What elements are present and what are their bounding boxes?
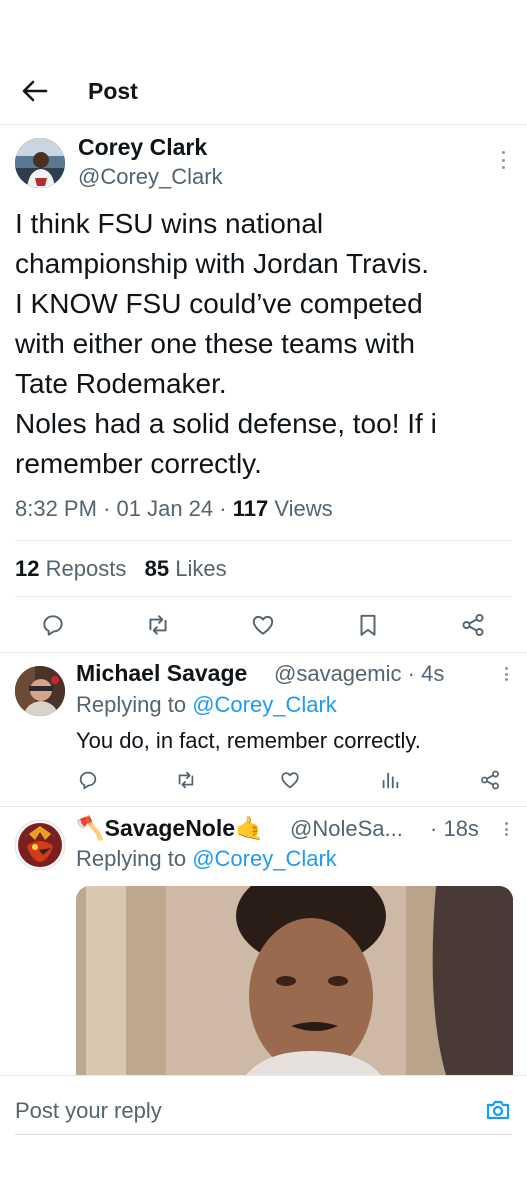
reply-input[interactable] bbox=[15, 1096, 455, 1126]
post-text-line: Noles had a solid defense, too! If i bbox=[15, 408, 437, 439]
reposts-count: 12 bbox=[15, 556, 40, 581]
replying-to: Replying to @Corey_Clark bbox=[76, 692, 337, 718]
avatar[interactable] bbox=[15, 138, 65, 188]
replying-to-label: Replying to bbox=[76, 846, 187, 871]
meta-separator: · bbox=[103, 496, 111, 521]
more-icon bbox=[501, 151, 505, 154]
post-time[interactable]: 8:32 PM bbox=[15, 496, 97, 521]
more-options-button[interactable] bbox=[498, 819, 514, 839]
analytics-button[interactable] bbox=[374, 764, 406, 796]
post-text-line: remember correctly. bbox=[15, 448, 262, 479]
meta-separator: · bbox=[219, 496, 227, 521]
repost-icon bbox=[178, 771, 194, 789]
reply-time-text: 18s bbox=[443, 816, 479, 841]
post-meta: 8:32 PM · 01 Jan 24 · 117 Views bbox=[15, 496, 333, 522]
share-button[interactable] bbox=[455, 607, 491, 643]
share-icon bbox=[481, 770, 499, 790]
avatar[interactable] bbox=[15, 820, 65, 870]
repost-icon bbox=[149, 615, 167, 635]
more-icon bbox=[504, 667, 508, 670]
back-arrow-icon bbox=[22, 80, 48, 102]
replying-to: Replying to @Corey_Clark bbox=[76, 846, 337, 872]
replying-to-handle[interactable]: @Corey_Clark bbox=[192, 692, 337, 717]
likes-stat[interactable]: 85 Likes bbox=[145, 556, 227, 581]
more-icon bbox=[504, 822, 508, 825]
bookmark-button[interactable] bbox=[350, 607, 386, 643]
author-handle[interactable]: @Corey_Clark bbox=[78, 164, 223, 190]
replying-to-label: Replying to bbox=[76, 692, 187, 717]
post-text-line: with either one these teams with bbox=[15, 328, 415, 359]
divider bbox=[15, 596, 512, 597]
likes-label: Likes bbox=[175, 556, 227, 581]
reply-text: You do, in fact, remember correctly. bbox=[76, 728, 421, 753]
share-icon bbox=[462, 613, 484, 637]
divider bbox=[0, 652, 527, 653]
post-text-line: Tate Rodemaker. bbox=[15, 368, 227, 399]
reply-handle-text: @savagemic bbox=[274, 661, 402, 686]
reply-icon bbox=[79, 771, 97, 790]
views-label[interactable]: Views bbox=[274, 496, 332, 521]
post-text-line: championship with Jordan Travis. bbox=[15, 248, 429, 279]
composer-underline bbox=[15, 1134, 512, 1135]
meta-separator: · bbox=[430, 816, 438, 841]
reply-media-gif[interactable] bbox=[76, 886, 513, 1075]
divider bbox=[0, 124, 527, 125]
page-title: Post bbox=[88, 78, 138, 104]
post-date[interactable]: 01 Jan 24 bbox=[117, 496, 214, 521]
repost-button[interactable] bbox=[140, 607, 176, 643]
reposts-stat[interactable]: 12 Reposts bbox=[15, 556, 126, 581]
post-stats: 12 Reposts 85 Likes bbox=[15, 556, 227, 582]
analytics-icon bbox=[382, 772, 399, 789]
more-options-button[interactable] bbox=[495, 148, 511, 172]
reply-icon bbox=[43, 615, 63, 636]
reply-author-name[interactable]: 🪓SavageNole🤙 bbox=[76, 815, 264, 842]
reply-author-name[interactable]: Michael Savage bbox=[76, 660, 247, 687]
top-bar: Post bbox=[0, 0, 527, 124]
like-button[interactable] bbox=[274, 764, 306, 796]
views-count[interactable]: 117 bbox=[233, 496, 269, 521]
post-text-line: I KNOW FSU could’ve competed bbox=[15, 288, 423, 319]
like-button[interactable] bbox=[245, 607, 281, 643]
reply-composer bbox=[0, 1075, 527, 1200]
reply-author-handle[interactable]: @NoleSa... bbox=[290, 816, 403, 842]
meta-separator: · bbox=[407, 661, 415, 686]
author-name[interactable]: Corey Clark bbox=[78, 134, 207, 161]
replying-to-handle[interactable]: @Corey_Clark bbox=[192, 846, 337, 871]
divider bbox=[15, 540, 512, 541]
avatar-photo bbox=[15, 138, 65, 188]
repost-button[interactable] bbox=[170, 764, 202, 796]
like-icon bbox=[252, 615, 274, 635]
reply-time: 4s bbox=[421, 661, 445, 686]
axe-emoji: 🪓 bbox=[76, 815, 105, 841]
share-button[interactable] bbox=[474, 764, 506, 796]
divider bbox=[0, 806, 527, 807]
likes-count: 85 bbox=[144, 556, 170, 581]
post-text-line: I think FSU wins national bbox=[15, 208, 324, 239]
camera-button[interactable] bbox=[484, 1096, 512, 1124]
reply-button[interactable] bbox=[72, 764, 104, 796]
like-icon bbox=[281, 772, 299, 789]
camera-icon bbox=[486, 1100, 510, 1120]
reply-time: · 18s bbox=[430, 816, 479, 842]
avatar-photo bbox=[15, 666, 65, 716]
more-options-button[interactable] bbox=[498, 664, 514, 684]
reply-author-name-text: SavageNole bbox=[104, 815, 236, 841]
avatar[interactable] bbox=[15, 666, 65, 716]
bookmark-icon bbox=[360, 614, 376, 636]
call-me-hand-emoji: 🤙 bbox=[235, 815, 264, 841]
reply-author-handle[interactable]: @savagemic · 4s bbox=[274, 661, 444, 687]
reposts-label: Reposts bbox=[45, 556, 127, 581]
avatar-photo bbox=[15, 820, 65, 870]
reply-button[interactable] bbox=[35, 607, 71, 643]
back-button[interactable] bbox=[18, 76, 52, 106]
post-text: I think FSU wins national championship w… bbox=[15, 204, 515, 484]
gif-image bbox=[76, 886, 513, 1075]
